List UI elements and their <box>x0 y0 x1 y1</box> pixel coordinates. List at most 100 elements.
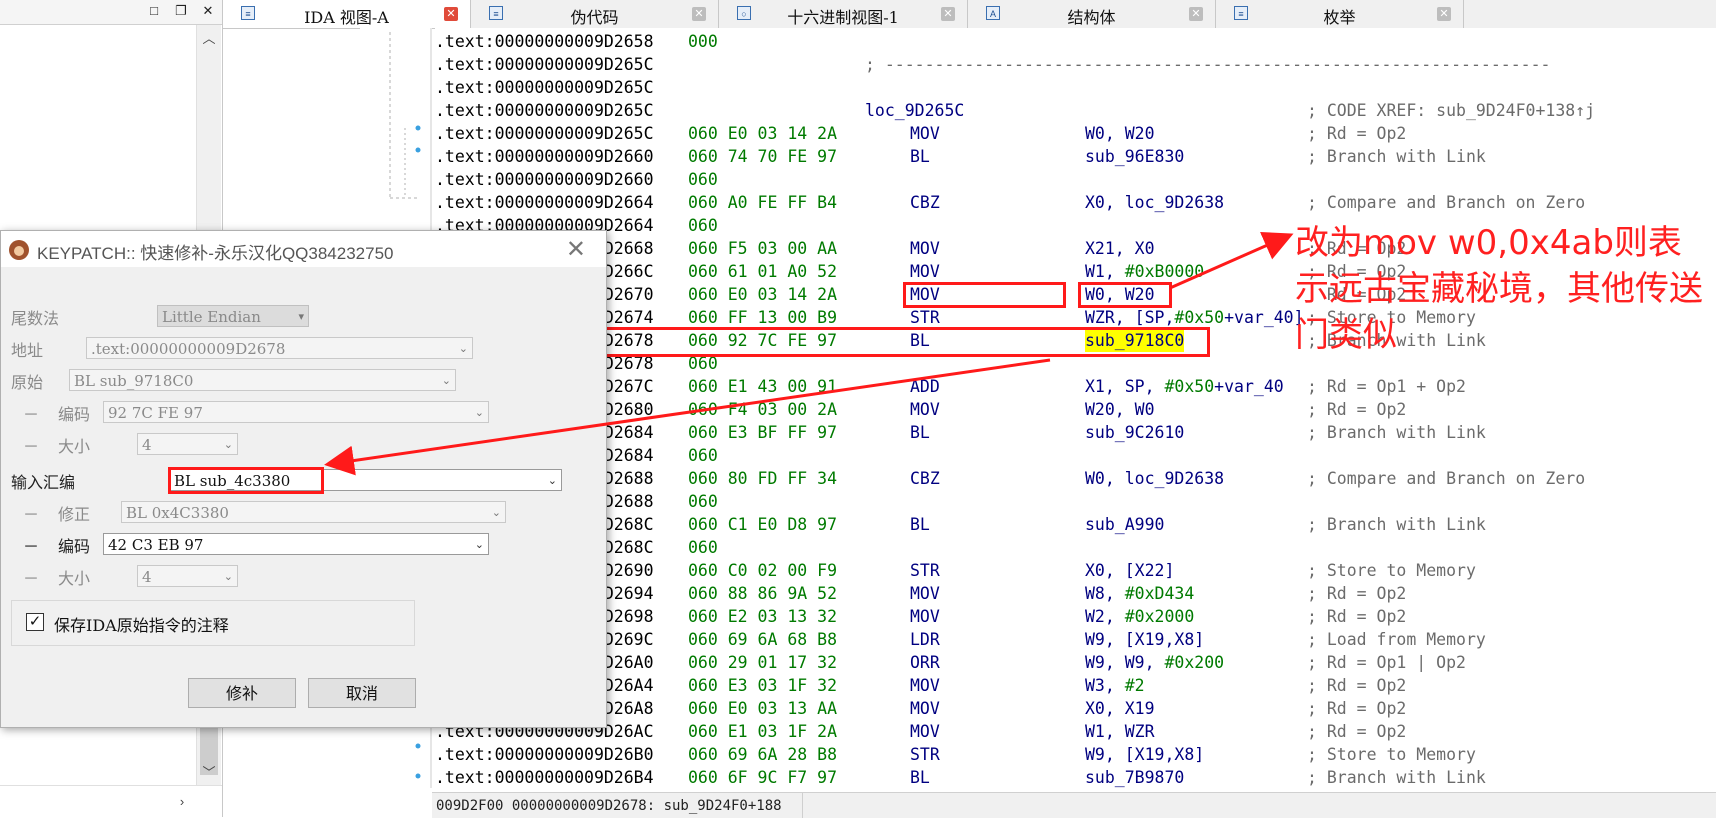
opcode-bytes: 060 69 6A 68 B8 <box>688 630 838 649</box>
fixup-value: BL 0x4C3380 <box>126 504 229 522</box>
operand: X21, X0 <box>1085 239 1155 258</box>
operand: W1, #0xB0000 <box>1085 262 1205 281</box>
opcode-bytes: 060 E2 03 13 32 <box>688 607 838 626</box>
code-label: loc_9D265C <box>865 101 965 120</box>
tab-label: IDA 视图-A <box>304 8 389 27</box>
fixup-field[interactable]: BL 0x4C3380 ⌄ <box>121 501 506 523</box>
opcode-bytes: 060 F4 03 00 2A <box>688 400 838 419</box>
opcode-bytes: 060 E0 03 14 2A <box>688 285 838 304</box>
operand-highlight-box <box>1078 282 1172 308</box>
mnemonic: CBZ <box>910 469 940 488</box>
view-tab-bar: ≡ IDA 视图-A ✕ ≡ 伪代码 ✕ ○ 十六进制视图-1 ✕ A 结构体 … <box>223 0 1716 29</box>
dropdown-arrow-icon: ⌄ <box>223 438 233 451</box>
comment: ; Rd = Op1 | Op2 <box>1307 653 1466 672</box>
operand: WZR, [SP,#0x50+var_40] <box>1085 308 1304 327</box>
mnemonic: CBZ <box>910 193 940 212</box>
operand: sub_96E830 <box>1085 147 1185 166</box>
left-panel-titlebar: □ ❐ ✕ <box>0 0 222 25</box>
close-icon[interactable]: ✕ <box>566 235 586 264</box>
keep-comment-checkbox[interactable]: ✓ <box>26 613 44 631</box>
tab-label: 十六进制视图-1 <box>787 8 899 27</box>
new-encoding-field[interactable]: 42 C3 EB 97 ⌄ <box>103 533 489 555</box>
comment: ; Load from Memory <box>1307 630 1486 649</box>
scroll-up-icon[interactable]: ︿ <box>197 29 221 49</box>
address: .text:00000000009D26B0 <box>435 745 654 764</box>
left-horizontal-scrollbar[interactable]: › <box>0 785 222 818</box>
opcode-bytes: 060 61 01 A0 52 <box>688 262 838 281</box>
float-icon[interactable]: ❐ <box>172 2 190 20</box>
operand: W9, [X19,X8] <box>1085 630 1205 649</box>
dialog-title: KEYPATCH:: 快速修补-永乐汉化QQ384232750 <box>37 244 394 263</box>
original-field[interactable]: BL sub_9718C0 ⌄ <box>69 369 456 391</box>
cancel-button[interactable]: 取消 <box>308 678 416 708</box>
comment: ; Rd = Op2 <box>1307 699 1407 718</box>
options-group: ✓ 保存IDA原始指令的注释 <box>11 600 415 646</box>
operand: W1, WZR <box>1085 722 1155 741</box>
original-value: BL sub_9718C0 <box>74 372 194 390</box>
mnemonic: STR <box>910 561 940 580</box>
opcode-bytes: 060 F5 03 00 AA <box>688 239 838 258</box>
tab-structures[interactable]: A 结构体 ✕ <box>968 0 1216 28</box>
mnemonic: BL <box>910 515 930 534</box>
opcode-bytes: 060 <box>688 216 718 235</box>
tab-enums[interactable]: ≡ 枚举 ✕ <box>1216 0 1464 28</box>
close-icon[interactable]: ✕ <box>444 7 458 21</box>
annotation-text: 改为mov w0,0x4ab则表示远古宝藏秘境，其他传送门类似 <box>1295 223 1703 355</box>
operand: sub_7B9870 <box>1085 768 1185 787</box>
tab-hex-view[interactable]: ○ 十六进制视图-1 ✕ <box>719 0 968 28</box>
address: .text:00000000009D265C <box>435 101 654 120</box>
opcode-bytes: 060 6F 9C F7 97 <box>688 768 838 787</box>
original-label: 原始 <box>11 373 44 392</box>
close-icon[interactable]: ✕ <box>1437 7 1451 21</box>
disassembly-listing[interactable]: .text:00000000009D2658 000 .text:000000000… <box>435 28 1716 792</box>
dropdown-arrow-icon: ⌄ <box>474 406 484 419</box>
operand: X1, SP, #0x50+var_40 <box>1085 377 1284 396</box>
close-icon[interactable]: ✕ <box>941 7 955 21</box>
scroll-right-icon[interactable]: › <box>170 792 194 812</box>
address: .text:00000000009D26B4 <box>435 768 654 787</box>
input-asm-label: 输入汇编 <box>11 473 76 492</box>
mnemonic: MOV <box>910 239 940 258</box>
opcode-bytes: 060 69 6A 28 B8 <box>688 745 838 764</box>
operand: W20, W0 <box>1085 400 1155 419</box>
orig-size-field[interactable]: 4 ⌄ <box>137 433 238 455</box>
tab-ida-view-a[interactable]: ≡ IDA 视图-A ✕ <box>223 0 471 28</box>
mnemonic: MOV <box>910 400 940 419</box>
operand: W0, loc_9D2638 <box>1085 469 1225 488</box>
tab-pseudocode[interactable]: ≡ 伪代码 ✕ <box>471 0 719 28</box>
close-icon[interactable]: ✕ <box>1189 7 1203 21</box>
opcode-bytes: 000 <box>688 32 718 51</box>
opcode-bytes: 060 E1 03 1F 2A <box>688 722 838 741</box>
status-separator <box>802 793 803 818</box>
opcode-bytes: 060 <box>688 492 718 511</box>
orig-encoding-field[interactable]: 92 7C FE 97 ⌄ <box>103 401 489 423</box>
comment: ; Rd = Op2 <box>1307 607 1407 626</box>
restore-icon[interactable]: □ <box>145 2 163 20</box>
opcode-bytes: 060 29 01 17 32 <box>688 653 838 672</box>
comment: ; Rd = Op1 + Op2 <box>1307 377 1466 396</box>
close-icon[interactable]: ✕ <box>199 2 217 20</box>
operand: W3, #2 <box>1085 676 1145 695</box>
address: .text:00000000009D2664 <box>435 193 654 212</box>
dash-marker: － <box>23 437 40 456</box>
comment: ; Rd = Op2 <box>1307 676 1407 695</box>
opcode-bytes: 060 <box>688 446 718 465</box>
opcode-bytes: 060 E3 03 1F 32 <box>688 676 838 695</box>
scroll-down-icon[interactable]: ﹀ <box>197 763 221 783</box>
endian-select[interactable]: Little Endian ▾ <box>157 305 309 327</box>
address-label: 地址 <box>11 341 44 360</box>
new-encoding-label: 编码 <box>58 537 91 556</box>
dialog-titlebar: KEYPATCH:: 快速修补-永乐汉化QQ384232750 ✕ <box>1 231 606 267</box>
patch-button[interactable]: 修补 <box>188 678 296 708</box>
address-field[interactable]: .text:00000000009D2678 ⌄ <box>86 337 473 359</box>
dropdown-arrow-icon: ⌄ <box>474 538 484 551</box>
bl-row-highlight-box <box>590 327 1210 357</box>
comment: ; Rd = Op2 <box>1307 124 1407 143</box>
comment: ; Rd = Op2 <box>1307 584 1407 603</box>
dash-marker: － <box>23 405 40 424</box>
endian-value: Little Endian <box>162 308 261 326</box>
comment: ; Compare and Branch on Zero <box>1307 469 1586 488</box>
input-asm-highlight-box <box>168 467 324 494</box>
new-size-field[interactable]: 4 ⌄ <box>137 565 238 587</box>
close-icon[interactable]: ✕ <box>692 7 706 21</box>
